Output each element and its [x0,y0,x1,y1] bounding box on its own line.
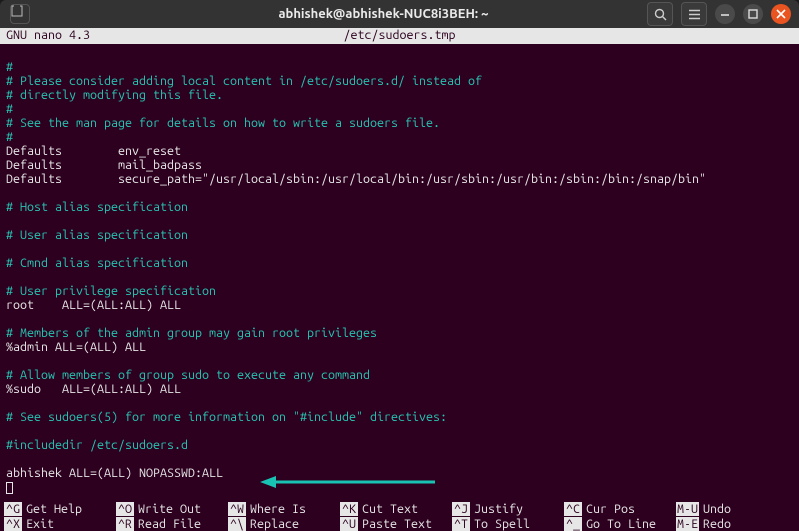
file-line: # Please consider adding local content i… [6,74,482,88]
file-line: %sudo ALL=(ALL:ALL) ALL [6,382,181,396]
file-line: Defaults mail_badpass [6,158,202,172]
help-write-out[interactable]: ^OWrite Out [116,501,228,516]
file-line: %admin ALL=(ALL) ALL [6,340,146,354]
file-line: # Allow members of group sudo to execute… [6,368,370,382]
help-where-is[interactable]: ^WWhere Is [228,501,340,516]
nano-header: GNU nano 4.3 /etc/sudoers.tmp [0,28,799,44]
help-paste-text[interactable]: ^UPaste Text [340,516,452,531]
maximize-button[interactable] [743,4,763,24]
file-line: # [6,60,13,74]
nano-version: GNU nano 4.3 [0,28,200,44]
window-titlebar: abhishek@abhishek-NUC8i3BEH: ~ [0,0,799,28]
minimize-button[interactable] [715,4,735,24]
hamburger-menu-button[interactable] [681,2,707,26]
file-line: # User alias specification [6,228,188,242]
file-line: # Cmnd alias specification [6,256,188,270]
file-line: Defaults env_reset [6,144,181,158]
file-line: Defaults secure_path="/usr/local/sbin:/u… [6,172,706,186]
file-line: # directly modifying this file. [6,88,223,102]
file-line: # [6,130,13,144]
text-cursor [6,482,13,494]
help-replace[interactable]: ^\Replace [228,516,340,531]
search-button[interactable] [647,2,673,26]
file-line: root ALL=(ALL:ALL) ALL [6,298,181,312]
help-cur-pos[interactable]: ^CCur Pos [564,501,676,516]
window-title: abhishek@abhishek-NUC8i3BEH: ~ [120,7,647,21]
help-redo[interactable]: M-ERedo [676,516,746,531]
help-undo[interactable]: M-UUndo [676,501,746,516]
help-exit[interactable]: ^XExit [4,516,116,531]
nano-help-bar: ^GGet Help ^OWrite Out ^WWhere Is ^KCut … [0,501,799,531]
file-line: #includedir /etc/sudoers.d [6,438,188,452]
close-button[interactable] [771,4,791,24]
file-line: # See sudoers(5) for more information on… [6,410,447,424]
help-cut-text[interactable]: ^KCut Text [340,501,452,516]
file-line: # See the man page for details on how to… [6,116,440,130]
file-line: # Members of the admin group may gain ro… [6,326,377,340]
nano-filename: /etc/sudoers.tmp [200,28,599,44]
help-go-to-line[interactable]: ^_Go To Line [564,516,676,531]
file-line: abhishek ALL=(ALL) NOPASSWD:ALL [6,466,223,480]
help-get-help[interactable]: ^GGet Help [4,501,116,516]
help-justify[interactable]: ^JJustify [452,501,564,516]
help-read-file[interactable]: ^RRead File [116,516,228,531]
file-line: # Host alias specification [6,200,188,214]
help-to-spell[interactable]: ^TTo Spell [452,516,564,531]
new-tab-button[interactable] [10,4,30,24]
annotation-arrow-icon [260,472,440,492]
editor-area[interactable]: # # Please consider adding local content… [0,44,799,501]
file-line: # User privilege specification [6,284,216,298]
file-line: # [6,102,13,116]
